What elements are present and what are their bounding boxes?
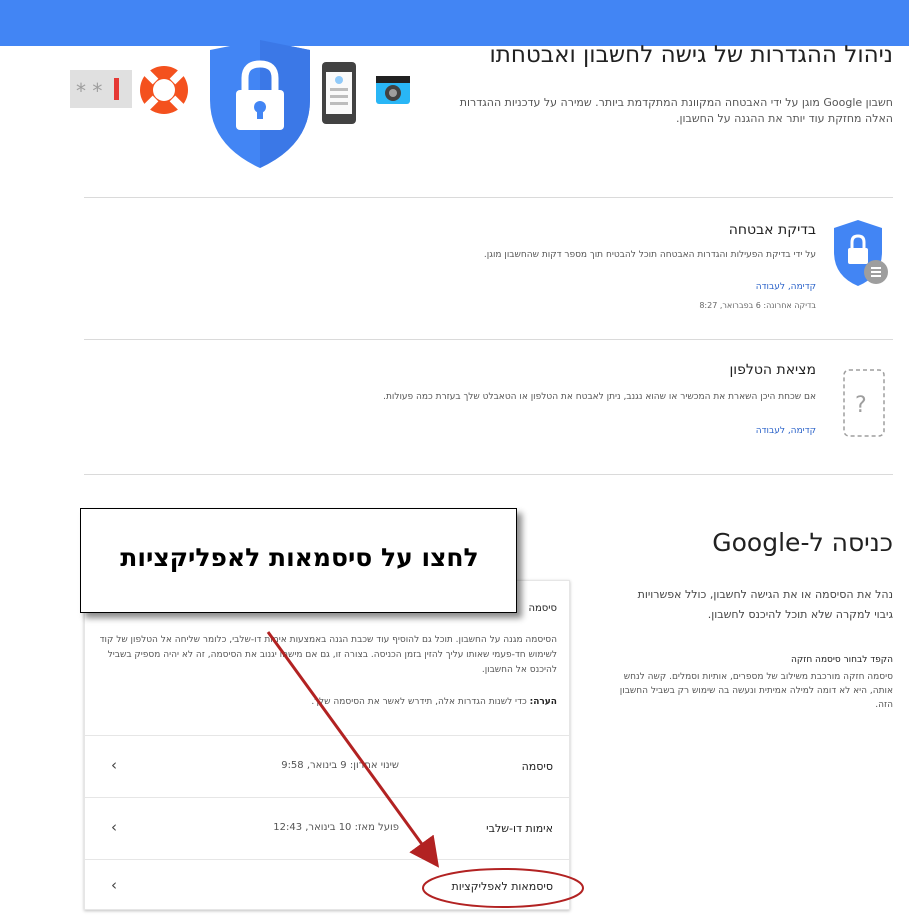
- section-divider: [84, 197, 893, 198]
- row-value: פועל מאז: 10 בינואר, 12:43: [273, 822, 399, 833]
- card-note: הערה: כדי לשנות הגדרות אלה, תידרש לאשר א…: [97, 697, 557, 707]
- find-phone-icon: ?: [843, 369, 885, 437]
- svg-text:?: ?: [855, 393, 867, 418]
- shield-lock-icon: [210, 40, 310, 168]
- find-phone-desc: אם שכחת היכן השארת את המכשיר או שהוא נגנ…: [383, 392, 816, 402]
- page-intro-text: חשבון Google מוגן על ידי האבטחה המקוונת …: [459, 96, 893, 125]
- row-label: סיסמאות לאפליקציות: [451, 880, 554, 893]
- row-value: שינוי אחרון: 9 בינואר, 9:58: [281, 760, 399, 771]
- phone-icon: [322, 62, 356, 124]
- chevron-icon: ‹: [111, 876, 117, 894]
- card-note-label: הערה:: [529, 697, 557, 707]
- find-phone-link[interactable]: קדימה, לעבודה: [616, 426, 816, 436]
- callout-text: לחצו על סיסמאות לאפליקציות: [120, 543, 479, 572]
- security-checkup-link[interactable]: קדימה, לעבודה: [616, 282, 816, 292]
- signin-section-title: כניסה ל-Google: [712, 528, 893, 557]
- strong-password-tip-body: סיסמה חזקה מורכבת משילוב של מספרים, אותי…: [619, 672, 893, 710]
- security-checkup-last-check: בדיקה אחרונה: 6 בפברואר, 8:27: [699, 301, 816, 310]
- row-two-step-verification[interactable]: אימות דו-שלבי פועל מאז: 10 בינואר, 12:43…: [85, 797, 569, 859]
- card-description: הסיסמה מגנה על החשבון. תוכל גם להוסיף עו…: [99, 635, 557, 675]
- section-divider: [84, 339, 893, 340]
- password-field-icon: * *: [70, 70, 132, 108]
- row-app-passwords[interactable]: סיסמאות לאפליקציות ‹: [85, 859, 569, 911]
- row-label: אימות דו-שלבי: [486, 822, 553, 835]
- annotation-callout: לחצו על סיסמאות לאפליקציות: [80, 508, 517, 613]
- find-phone-title: מציאת הטלפון: [729, 362, 816, 378]
- row-password[interactable]: סיסמה שינוי אחרון: 9 בינואר, 9:58 ‹: [85, 735, 569, 797]
- camera-icon: [376, 76, 410, 104]
- page-title: ניהול ההגדרות של גישה לחשבון ואבטחתו: [489, 42, 893, 68]
- signin-section-desc: נהל את הסיסמה או את הגישה לחשבון, כולל א…: [637, 588, 893, 621]
- chevron-icon: ‹: [111, 818, 117, 836]
- security-checkup-title: בדיקת אבטחה: [728, 222, 816, 238]
- section-divider: [84, 474, 893, 475]
- security-hero-illustration: * *: [70, 40, 410, 168]
- row-label: סיסמה: [521, 760, 553, 773]
- security-checkup-desc: על ידי בדיקת הפעילות והגדרות האבטחה תוכל…: [483, 250, 816, 260]
- password-settings-card: סיסמה הסיסמה מגנה על החשבון. תוכל גם להו…: [84, 580, 570, 910]
- chevron-icon: ‹: [111, 756, 117, 774]
- card-note-text: כדי לשנות הגדרות אלה, תידרש לאשר את הסיס…: [311, 697, 530, 707]
- svg-text:* *: * *: [76, 79, 102, 103]
- security-checkup-shield-icon: [834, 220, 888, 286]
- lifebuoy-icon: [140, 66, 188, 114]
- strong-password-tip-title: הקפד לבחור סיסמה חזקה: [790, 655, 893, 665]
